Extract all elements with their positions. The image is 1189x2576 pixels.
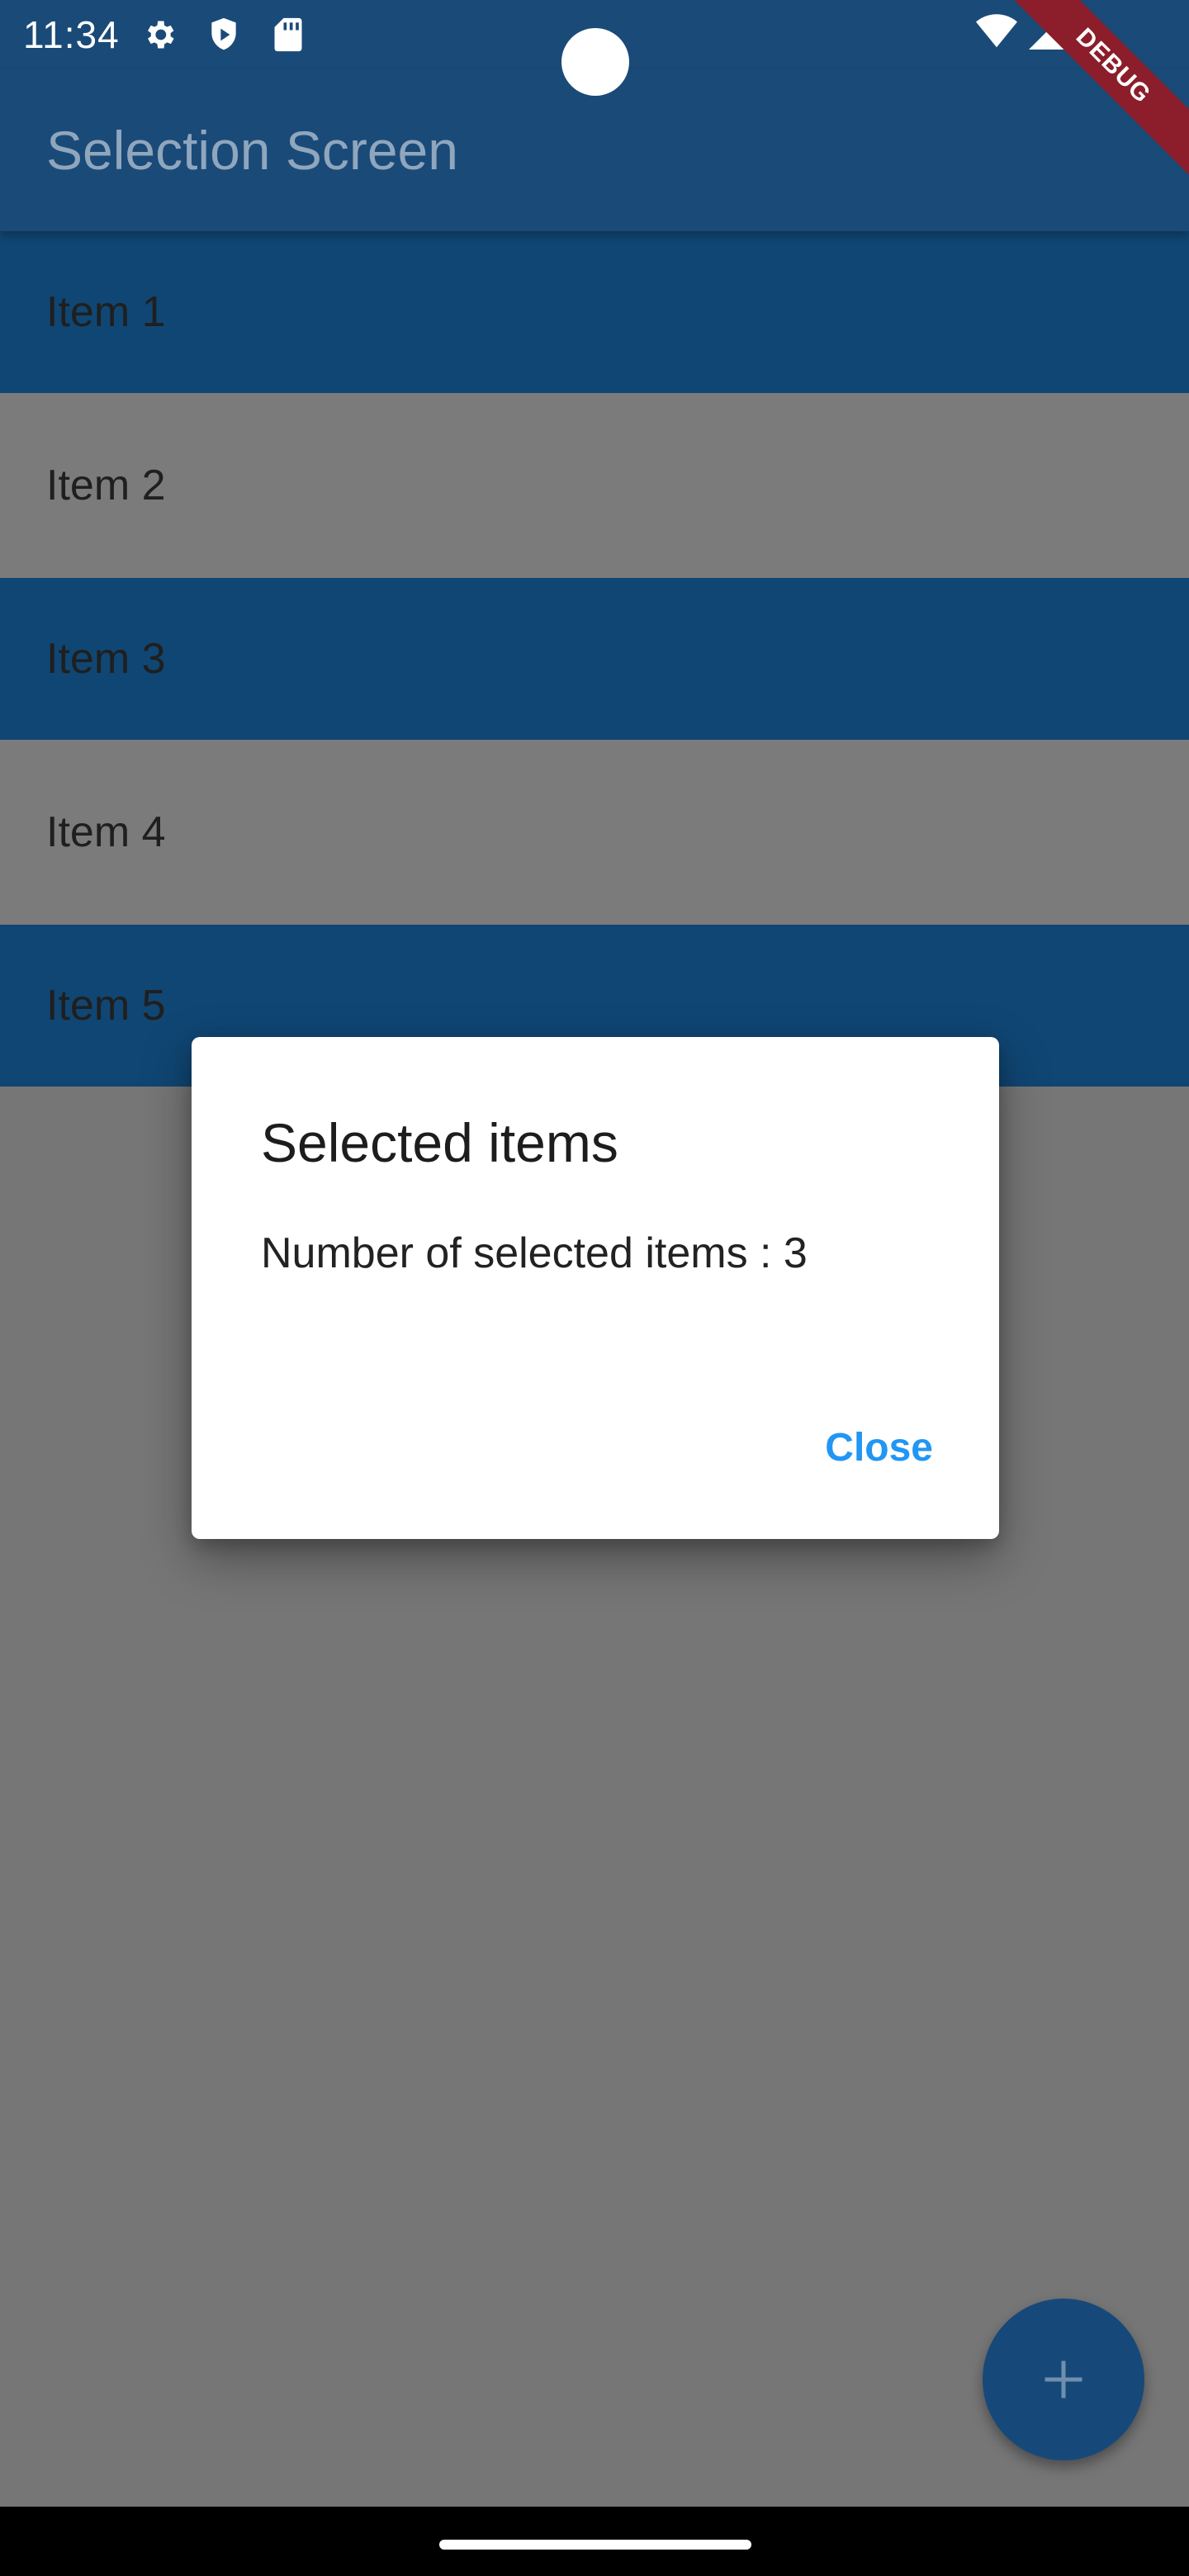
dialog-content: Number of selected items : 3 bbox=[261, 1229, 808, 1277]
navigation-bar bbox=[0, 2507, 1189, 2576]
list-item-label: Item 5 bbox=[46, 982, 166, 1030]
list-item-2[interactable]: Item 2 bbox=[0, 393, 1189, 578]
wifi-icon bbox=[976, 13, 1017, 50]
status-time: 11:34 bbox=[23, 13, 120, 56]
sd-card-icon bbox=[267, 13, 310, 56]
list-item-1[interactable]: Item 1 bbox=[0, 231, 1189, 393]
home-gesture-handle[interactable] bbox=[439, 2540, 751, 2550]
plus-icon bbox=[1039, 2355, 1088, 2404]
list-item-3[interactable]: Item 3 bbox=[0, 578, 1189, 740]
selected-items-dialog: Selected items Number of selected items … bbox=[192, 1037, 999, 1539]
list-item-label: Item 4 bbox=[46, 808, 166, 856]
shield-play-icon bbox=[202, 13, 245, 56]
list-item-label: Item 3 bbox=[46, 635, 166, 683]
item-list: Item 1 Item 2 Item 3 Item 4 Item 5 bbox=[0, 231, 1189, 1087]
app-title: Selection Screen bbox=[46, 120, 458, 181]
add-fab-button[interactable] bbox=[983, 2299, 1144, 2460]
gear-icon bbox=[138, 13, 181, 56]
list-item-label: Item 2 bbox=[46, 462, 166, 509]
dialog-title: Selected items bbox=[261, 1112, 618, 1173]
app-screen: 11:34 DEBUG Selection Screen Item 1 Item… bbox=[0, 0, 1189, 2576]
list-item-4[interactable]: Item 4 bbox=[0, 740, 1189, 925]
list-item-label: Item 1 bbox=[46, 288, 166, 336]
close-button[interactable]: Close bbox=[823, 1417, 935, 1479]
camera-cutout bbox=[561, 28, 629, 96]
